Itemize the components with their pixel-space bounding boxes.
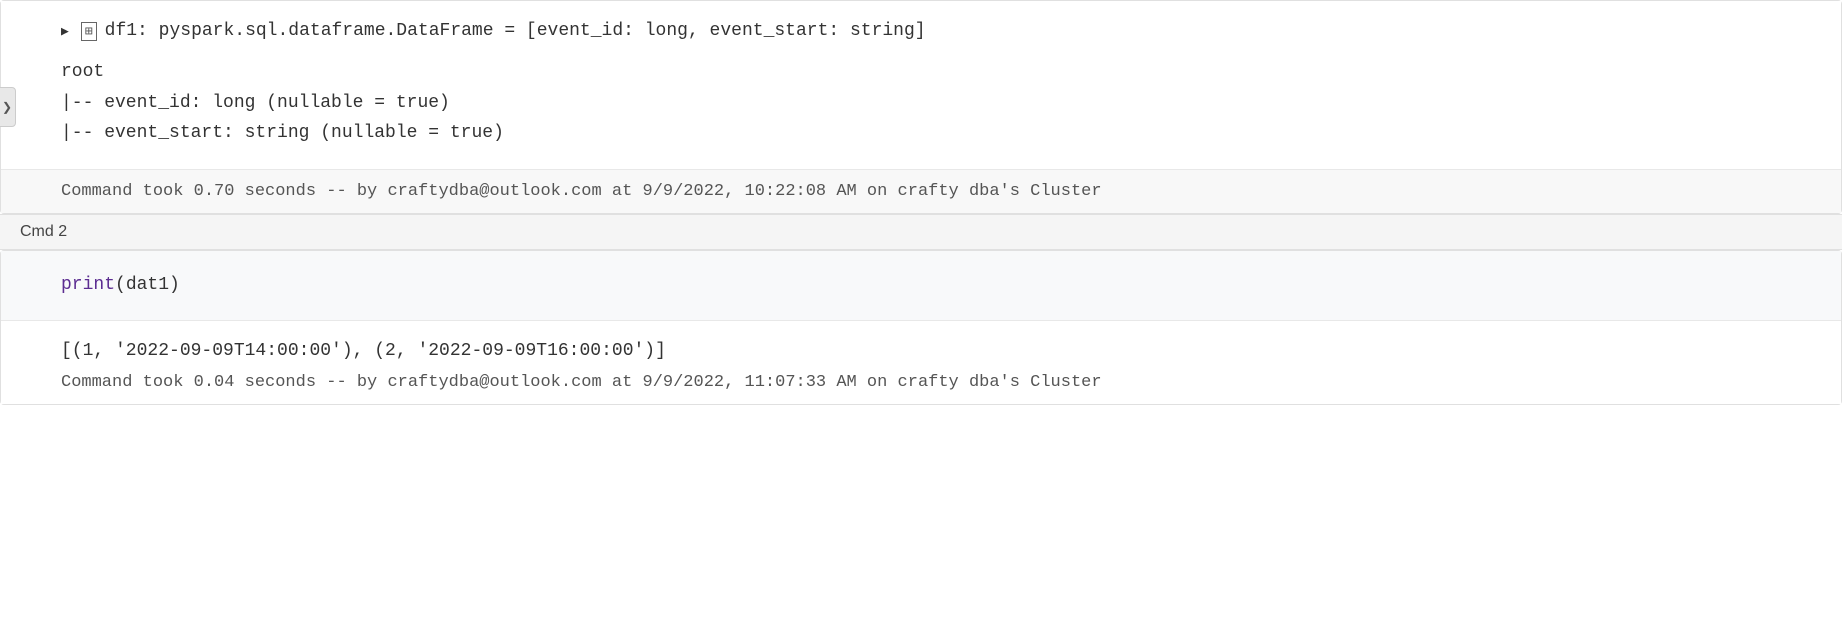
code-keyword-print: print (61, 275, 115, 295)
expand-arrow-icon[interactable]: ▶ (61, 24, 69, 39)
cmd2-label: Cmd 2 (0, 214, 1842, 250)
cmd1-command-took: Command took 0.70 seconds -- by craftydb… (1, 169, 1841, 213)
cmd2-output-area: [(1, '2022-09-09T14:00:00'), (2, '2022-0… (1, 321, 1841, 404)
cmd2-command-took: Command took 0.04 seconds -- by craftydb… (61, 373, 1801, 392)
dataframe-info-line: ▶ ⊞ df1: pyspark.sql.dataframe.DataFrame… (61, 21, 1801, 41)
cmd2-code-input[interactable]: print(dat1) (1, 251, 1841, 321)
code-args: (dat1) (115, 275, 180, 295)
cmd1-output-cell: ▶ ⊞ df1: pyspark.sql.dataframe.DataFrame… (0, 0, 1842, 214)
sidebar-collapse-button[interactable]: ❯ (0, 87, 16, 127)
cmd2-code-cell: print(dat1) [(1, '2022-09-09T14:00:00'),… (0, 250, 1842, 405)
chevron-left-icon: ❯ (2, 100, 12, 114)
cmd2-result-line: [(1, '2022-09-09T14:00:00'), (2, '2022-0… (61, 341, 1801, 361)
schema-block: root |-- event_id: long (nullable = true… (61, 57, 1801, 149)
table-icon: ⊞ (81, 22, 97, 41)
